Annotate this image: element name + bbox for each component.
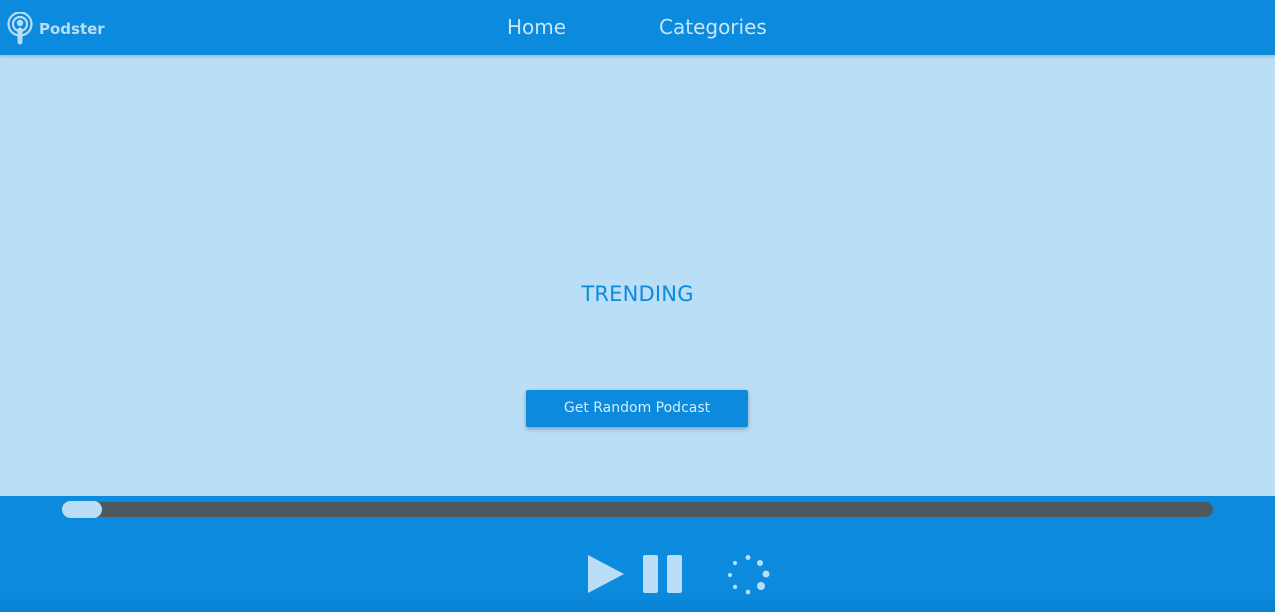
nav-categories[interactable]: Categories <box>659 0 767 55</box>
top-navbar: Podster Home Categories <box>0 0 1275 55</box>
audio-player <box>0 496 1275 612</box>
podster-page: Podster Home Categories TRENDING Get Ran… <box>0 0 1275 612</box>
app-logo[interactable]: Podster <box>6 12 105 46</box>
play-icon[interactable] <box>587 555 625 593</box>
progress-thumb[interactable] <box>62 501 102 518</box>
loading-spinner-icon <box>727 555 770 595</box>
nav-home[interactable]: Home <box>507 0 566 55</box>
pause-icon[interactable] <box>643 555 682 593</box>
get-random-podcast-button[interactable]: Get Random Podcast <box>526 390 748 427</box>
app-name: Podster <box>39 19 105 38</box>
podcast-icon <box>7 12 33 45</box>
section-title: TRENDING <box>581 282 694 306</box>
progress-bar[interactable] <box>62 501 1213 518</box>
